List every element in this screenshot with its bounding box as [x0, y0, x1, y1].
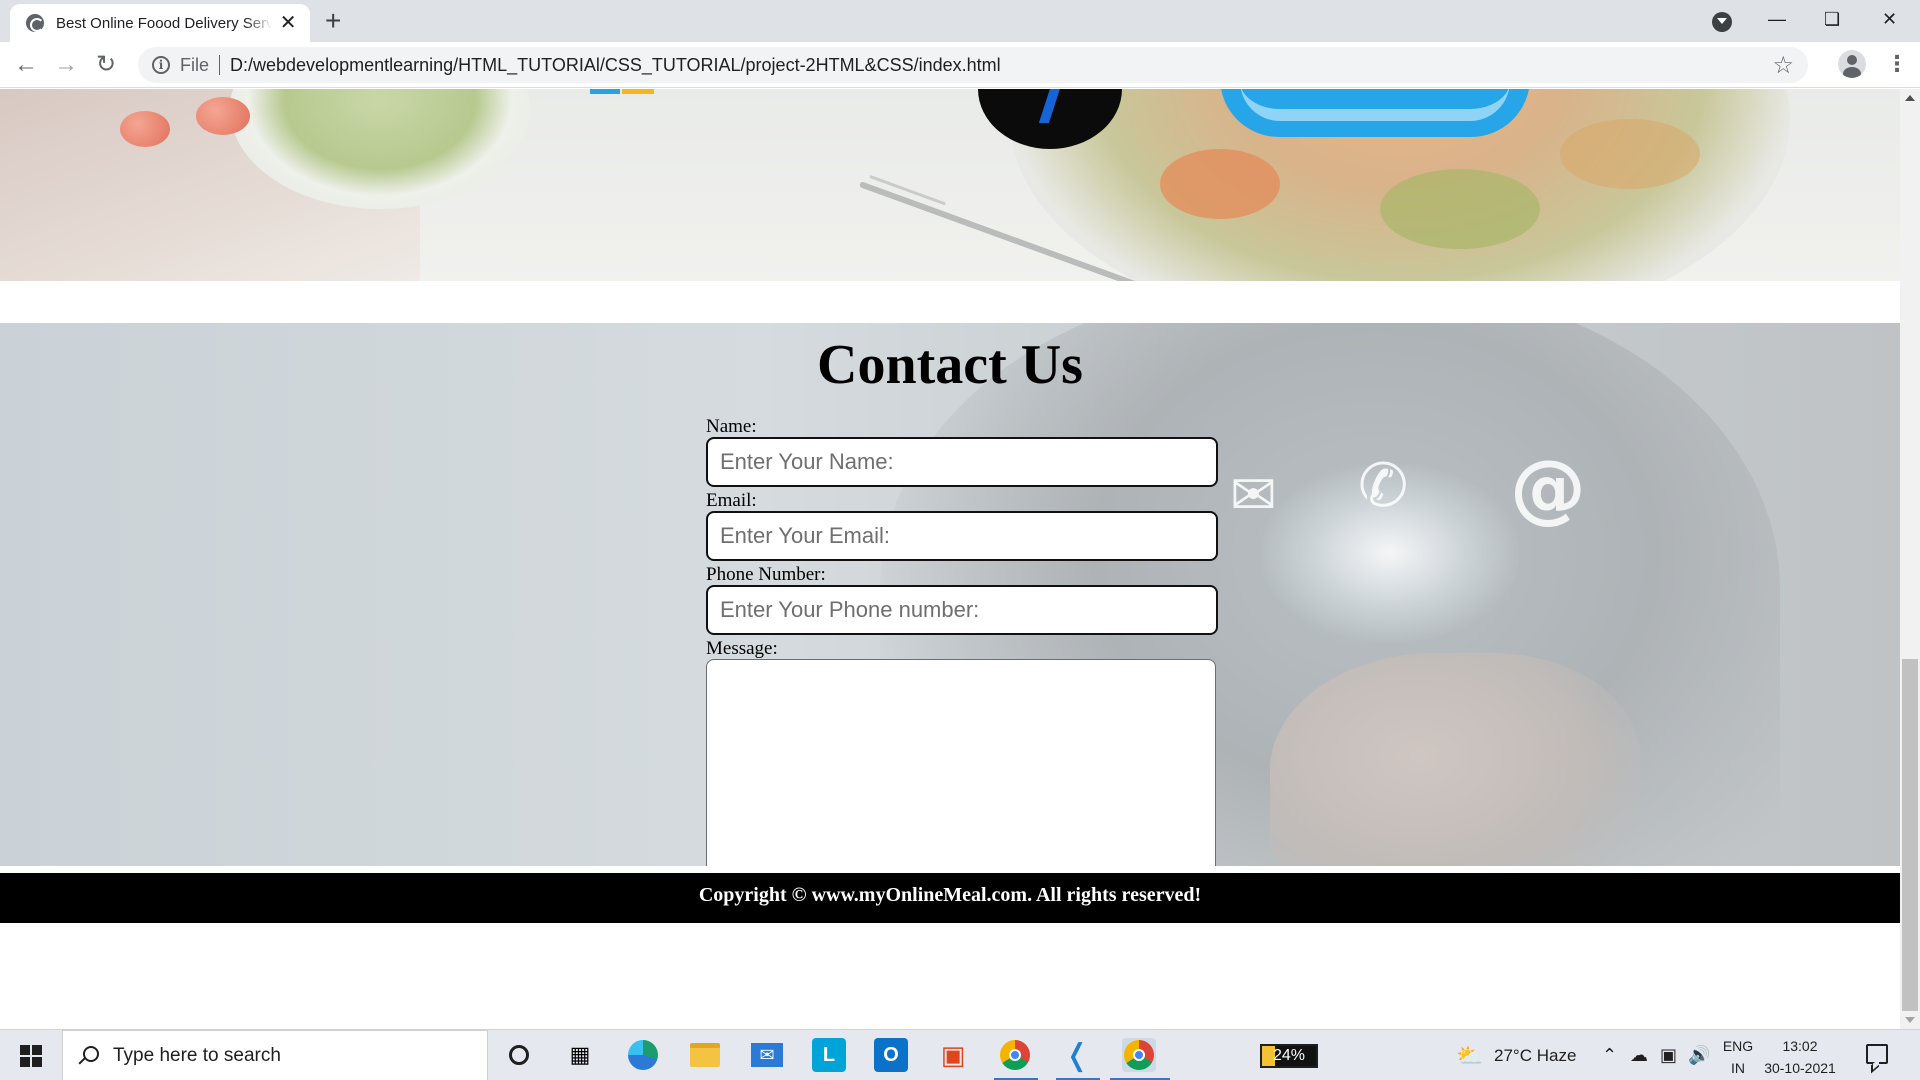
contact-title: Contact Us — [817, 334, 1083, 396]
hero-tomato — [196, 97, 250, 135]
close-window-icon[interactable]: ✕ — [1882, 4, 1897, 34]
page-viewport: ✉ ✆ @ Contact Us Name: Email: Phone Numb… — [0, 89, 1900, 1029]
hero-quinoa — [1560, 119, 1700, 189]
hero-food-image — [0, 89, 1900, 281]
contact-bg-hand — [1270, 653, 1640, 866]
cortana-icon[interactable] — [502, 1038, 536, 1072]
mail-icon[interactable]: ✉ — [750, 1038, 784, 1072]
region-code: IN — [1731, 1060, 1745, 1076]
skype-logo — [1220, 89, 1530, 137]
envelope-icon: ✉ — [1230, 463, 1277, 528]
clock-time: 13:02 — [1782, 1038, 1818, 1054]
tab-title: Best Online Foood Delivery Servi — [56, 14, 273, 32]
url-divider — [219, 55, 221, 75]
email-input[interactable] — [706, 511, 1218, 561]
l-app-icon[interactable]: L — [812, 1038, 846, 1072]
address-bar[interactable]: i File D:/webdevelopmentlearning/HTML_TU… — [138, 47, 1808, 83]
windows-start-icon[interactable] — [20, 1045, 42, 1067]
clock[interactable]: 13:02 30-10-2021 — [1760, 1035, 1840, 1079]
hero-greens — [1380, 169, 1540, 249]
menu-icon[interactable]: ⋮ — [1886, 52, 1908, 76]
info-icon[interactable]: i — [152, 56, 170, 74]
forward-icon[interactable]: → — [54, 50, 78, 80]
search-icon — [77, 1045, 99, 1067]
windows-taskbar: Type here to search ▦ ✉ L O ▣ ❬ 24% ⛅ 27… — [0, 1029, 1920, 1080]
taskbar-search-placeholder: Type here to search — [113, 1044, 281, 1066]
page-footer: Copyright © www.myOnlineMeal.com. All ri… — [0, 873, 1900, 923]
restore-icon[interactable]: ❏ — [1824, 4, 1840, 34]
taskbar-search[interactable]: Type here to search — [62, 1030, 488, 1080]
hero-tomato — [120, 111, 170, 147]
browser-tabstrip: Best Online Foood Delivery Servi ✕ + — ❏… — [0, 0, 1920, 42]
weather-text[interactable]: 27°C Haze — [1494, 1030, 1576, 1080]
file-explorer-icon[interactable] — [688, 1038, 722, 1072]
reload-icon[interactable]: ↻ — [96, 50, 116, 80]
language-indicator[interactable]: ENG IN — [1718, 1035, 1758, 1079]
hero-logo-bar-yellow — [622, 89, 654, 94]
office-icon[interactable]: ▣ — [936, 1038, 970, 1072]
show-hidden-icons-icon[interactable]: ⌃ — [1602, 1030, 1617, 1080]
hero-logo-bar-blue — [590, 89, 620, 94]
at-sign-icon: @ — [1510, 443, 1586, 532]
new-tab-button[interactable]: + — [325, 6, 341, 36]
phone-label: Phone Number: — [706, 564, 826, 585]
contact-section: ✉ ✆ @ Contact Us Name: Email: Phone Numb… — [0, 323, 1900, 866]
page-scrollbar[interactable] — [1900, 89, 1920, 1029]
profile-icon[interactable] — [1838, 50, 1866, 78]
clock-date: 30-10-2021 — [1764, 1060, 1836, 1076]
footer-top-band — [0, 866, 1900, 873]
browser-tab[interactable]: Best Online Foood Delivery Servi ✕ — [10, 4, 310, 42]
star-icon[interactable]: ☆ — [1772, 51, 1794, 80]
email-label: Email: — [706, 490, 757, 511]
task-view-icon[interactable]: ▦ — [563, 1038, 597, 1072]
message-label: Message: — [706, 638, 778, 659]
browser-toolbar: ← → ↻ i File D:/webdevelopmentlearning/H… — [0, 42, 1920, 88]
network-icon[interactable]: ▣ — [1660, 1030, 1677, 1080]
minimize-icon[interactable]: — — [1768, 4, 1786, 34]
contact-form: Name: Email: Phone Number: Message: — [706, 417, 1218, 866]
back-icon[interactable]: ← — [14, 50, 38, 80]
url-text[interactable]: D:/webdevelopmentlearning/HTML_TUTORIAl/… — [230, 55, 1001, 76]
section-gap — [0, 281, 1900, 323]
volume-icon[interactable]: 🔊 — [1688, 1030, 1710, 1080]
message-textarea[interactable] — [706, 659, 1216, 866]
chrome-icon[interactable] — [1122, 1038, 1156, 1072]
scrollbar-thumb[interactable] — [1902, 659, 1918, 1011]
phone-input[interactable] — [706, 585, 1218, 635]
url-scheme-label: File — [180, 54, 210, 75]
scroll-down-icon[interactable] — [1905, 1017, 1915, 1023]
onedrive-icon[interactable]: ☁ — [1630, 1030, 1648, 1080]
name-input[interactable] — [706, 437, 1218, 487]
tab-search-icon[interactable] — [1712, 12, 1732, 32]
globe-icon — [26, 14, 44, 32]
hero-carrots — [1160, 149, 1280, 219]
language-code: ENG — [1722, 1038, 1754, 1054]
footer-copyright: Copyright © www.myOnlineMeal.com. All ri… — [698, 884, 1202, 906]
chrome-icon[interactable] — [998, 1038, 1032, 1072]
outlook-icon[interactable]: O — [874, 1038, 908, 1072]
name-label: Name: — [706, 416, 757, 437]
edge-icon[interactable] — [626, 1038, 660, 1072]
close-tab-icon[interactable]: ✕ — [278, 13, 298, 33]
weather-icon[interactable]: ⛅ — [1456, 1030, 1483, 1080]
scroll-up-icon[interactable] — [1905, 95, 1915, 101]
vscode-icon[interactable]: ❬ — [1060, 1038, 1094, 1072]
notification-icon[interactable] — [1866, 1044, 1888, 1064]
battery-indicator[interactable]: 24% — [1260, 1044, 1318, 1068]
phone-icon: ✆ — [1358, 451, 1409, 521]
